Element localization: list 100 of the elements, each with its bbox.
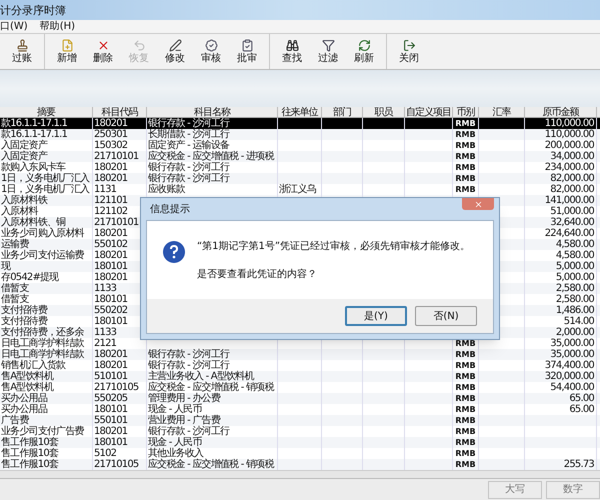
table-cell: 售工作服10套 xyxy=(1,437,58,448)
table-cell: 1133 xyxy=(94,283,116,294)
table-cell: 550101 xyxy=(94,415,128,426)
table-cell: 业务少司支付运输费 xyxy=(1,250,84,261)
table-cell: 550202 xyxy=(94,305,128,316)
table-cell: 200,000.00 xyxy=(544,140,594,151)
table-cell: 224,640.00 xyxy=(544,228,594,239)
table-cell: 180201 xyxy=(94,250,128,261)
table-cell: 510101 xyxy=(94,371,128,382)
table-cell: RMB xyxy=(455,371,476,382)
table-cell: 21710105 xyxy=(94,459,138,470)
table-cell: 款16.1.1-17.1.1 xyxy=(1,129,68,140)
table-cell: 浙江义乌 xyxy=(279,184,316,195)
table-cell: 银行存款 - 沙河工行 xyxy=(148,360,230,371)
table-cell: 1133 xyxy=(94,327,116,338)
table-cell: 255.73 xyxy=(564,459,594,470)
table-cell: 现金 - 人民币 xyxy=(148,404,202,415)
table-cell: 4,580.00 xyxy=(556,250,594,261)
table-cell: RMB xyxy=(455,184,476,195)
table-cell: 35,000.00 xyxy=(550,349,594,360)
table-cell: RMB xyxy=(455,118,476,129)
table-cell: 业务少司购入原材料 xyxy=(1,228,84,239)
table-cell: 110,000.00 xyxy=(544,129,594,140)
table-cell: 销售机汇入货款 xyxy=(1,360,66,371)
table-cell: 180201 xyxy=(94,426,128,437)
table-cell: RMB xyxy=(455,151,476,162)
table-cell: 2121 xyxy=(94,338,116,349)
table-cell: 日电工商学护料结款 xyxy=(1,349,84,360)
table-cell: RMB xyxy=(455,437,476,448)
table-cell: 入原材料 xyxy=(1,206,38,217)
table-cell: RMB xyxy=(455,360,476,371)
table-cell: 180201 xyxy=(94,272,128,283)
table-cell: 固定资产 - 运输设备 xyxy=(148,140,230,151)
table-cell: 1131 xyxy=(94,184,116,195)
table-cell: 长期借款 - 沙河工行 xyxy=(148,129,230,140)
table-cell: 180201 xyxy=(94,118,128,129)
table-cell: 入原材料铁 xyxy=(1,195,48,206)
table-cell: 现金 - 人民币 xyxy=(148,437,202,448)
table-cell: 支付招待费 xyxy=(1,305,48,316)
table-cell: 180101 xyxy=(94,261,128,272)
table-cell: 2,580.00 xyxy=(556,283,594,294)
table-cell: 入固定资产 xyxy=(1,151,48,162)
table-cell: 5,000.00 xyxy=(556,272,594,283)
table-cell: 买办公用品 xyxy=(1,404,48,415)
table-cell: 入固定资产 xyxy=(1,140,48,151)
table-cell: 550205 xyxy=(94,393,128,404)
table-cell: 550102 xyxy=(94,239,128,250)
table-cell: 管理费用 - 办公费 xyxy=(148,393,220,404)
table-cell: 21710105 xyxy=(94,382,138,393)
table-cell: 180201 xyxy=(94,360,128,371)
table-cell: 售A型饮料机 xyxy=(1,382,54,393)
table-cell: 141,000.00 xyxy=(544,195,594,206)
table-cell: 82,000.00 xyxy=(550,173,594,184)
table-cell: RMB xyxy=(455,338,476,349)
table-cell: RMB xyxy=(455,140,476,151)
table-cell: 银行存款 - 沙河工行 xyxy=(148,118,230,129)
table-cell: 支付招待费 xyxy=(1,316,48,327)
table-cell: 514.00 xyxy=(564,316,594,327)
table-cell: 现 xyxy=(1,261,10,272)
table-cell: 180201 xyxy=(94,173,128,184)
status-panel: 数字 xyxy=(546,480,600,498)
table-cell: 65.00 xyxy=(569,404,594,415)
table-cell: 121101 xyxy=(94,195,128,206)
table-cell: 售A型饮料机 xyxy=(1,371,54,382)
table-cell: 其他业务收入 xyxy=(148,448,204,459)
table-cell: 180101 xyxy=(94,437,128,448)
table-cell: 业务少司支付广告费 xyxy=(1,426,84,437)
table-cell: 售工作服10套 xyxy=(1,459,58,470)
table-cell: RMB xyxy=(455,459,476,470)
table-cell: 日电工商学护料结款 xyxy=(1,338,84,349)
table-cell: RMB xyxy=(455,349,476,360)
table-cell: RMB xyxy=(455,162,476,173)
table-cell: 1日，义务电机厂汇入 xyxy=(1,173,90,184)
table-cell: 借暂支 xyxy=(1,294,29,305)
table-cell: RMB xyxy=(455,404,476,415)
table-cell: 银行存款 - 沙河工行 xyxy=(148,173,230,184)
table-cell: 应交税金 - 应交增值税 - 销项税 xyxy=(148,382,274,393)
table-cell: 款购入东风卡车 xyxy=(1,162,66,173)
table-cell: 营业费用 - 广告费 xyxy=(148,415,220,426)
table-cell: 374,400.00 xyxy=(544,360,594,371)
table-cell: 250301 xyxy=(94,129,128,140)
table-cell: 5102 xyxy=(94,448,116,459)
table-cell: 320,000.00 xyxy=(544,371,594,382)
table-cell: RMB xyxy=(455,173,476,184)
table-cell: 5,000.00 xyxy=(556,261,594,272)
dialog-message: “第1期记字第1号”凭证已经过审核，必须先销审核才能修改。 xyxy=(197,241,470,253)
table-cell: 150302 xyxy=(94,140,128,151)
table-cell: 180101 xyxy=(94,294,128,305)
table-cell: 21710101 xyxy=(94,151,138,162)
table-cell: 180101 xyxy=(94,316,128,327)
table-cell: 售工作服10套 xyxy=(1,448,58,459)
table-cell: RMB xyxy=(455,129,476,140)
table-cell: 180201 xyxy=(94,162,128,173)
table-cell: 运输费 xyxy=(1,239,29,250)
table-cell: 借暂支 xyxy=(1,283,29,294)
table-cell: 54,400.00 xyxy=(550,382,594,393)
table-cell: RMB xyxy=(455,393,476,404)
status-panel: 大写 xyxy=(488,480,542,498)
table-cell: 银行存款 - 沙河工行 xyxy=(148,162,230,173)
table-cell: 234,000.00 xyxy=(544,162,594,173)
